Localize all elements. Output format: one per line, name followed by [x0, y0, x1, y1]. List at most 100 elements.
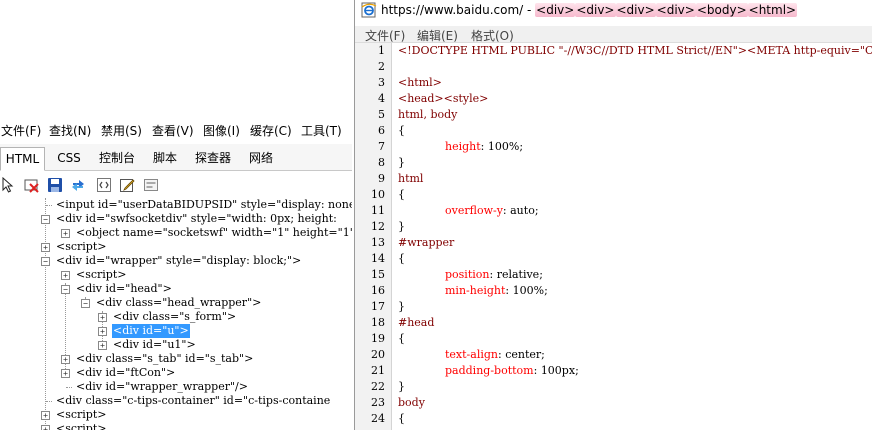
collapse-icon[interactable]: −	[41, 215, 50, 224]
line-number: 11	[371, 204, 385, 217]
code-line: #wrapper	[398, 236, 455, 249]
line-number: 18	[371, 316, 385, 329]
code-line: {	[398, 124, 405, 137]
menu-cache[interactable]: 缓存(C)	[250, 122, 292, 139]
view-source-window: https://www.baidu.com/ - <div> <div> <div>…	[354, 0, 872, 430]
tree-row[interactable]: <input id="userDataBIDUPSID" style="disp…	[0, 198, 352, 212]
title-tag: <div>	[655, 3, 696, 17]
line-number: 3	[378, 76, 385, 89]
code-line: #head	[398, 316, 435, 329]
tree-row[interactable]: + <div class="s_tab" id="s_tab">	[0, 352, 352, 366]
edit-icon[interactable]	[119, 177, 135, 193]
line-number: 17	[371, 300, 385, 313]
title-tag: <html>	[747, 3, 798, 17]
tree-row[interactable]: <div class="c-tips-container" id="c-tips…	[0, 394, 352, 408]
line-number: 1	[378, 44, 385, 57]
code-line: position: relative;	[445, 268, 543, 281]
title-separator: -	[523, 3, 536, 17]
developer-tools-panel: 文件(F) 查找(N) 禁用(S) 查看(V) 图像(I) 缓存(C) 工具(T…	[0, 0, 352, 430]
expand-icon[interactable]: +	[98, 341, 107, 350]
collapse-icon[interactable]: −	[81, 299, 90, 308]
menu-file[interactable]: 文件(F)	[365, 27, 405, 44]
title-tag: <div>	[575, 3, 616, 17]
menu-format[interactable]: 格式(O)	[471, 27, 514, 44]
tree-row[interactable]: − <div id="wrapper" style="display: bloc…	[0, 254, 352, 268]
menu-view[interactable]: 查看(V)	[152, 122, 194, 139]
dom-icon[interactable]	[143, 177, 159, 193]
code-line: {	[398, 188, 405, 201]
line-number-gutter: 1 2 3 4 5 6 7 8 9 10 11 12 13 14 15 16 17 18 19 20 21 22 23 24	[355, 43, 392, 430]
save-icon[interactable]	[47, 177, 63, 193]
tab-css[interactable]: CSS	[50, 147, 88, 171]
tree-row-selected[interactable]: + <div id="u">	[0, 324, 352, 338]
tab-network[interactable]: 网络	[243, 147, 279, 171]
code-line: }	[398, 156, 405, 169]
collapse-icon[interactable]: −	[41, 257, 50, 266]
line-number: 13	[371, 236, 385, 249]
line-number: 15	[371, 268, 385, 281]
code-line: }	[398, 380, 405, 393]
expand-icon[interactable]: +	[61, 271, 70, 280]
line-number: 14	[371, 252, 385, 265]
menu-disable[interactable]: 禁用(S)	[101, 122, 142, 139]
expand-icon[interactable]: +	[41, 243, 50, 252]
tab-script[interactable]: 脚本	[147, 147, 183, 171]
tree-row[interactable]: − <div id="head">	[0, 282, 352, 296]
expand-icon[interactable]: +	[41, 425, 50, 430]
tab-profiler[interactable]: 探查器	[190, 147, 236, 171]
tree-row[interactable]: + <div id="u1">	[0, 338, 352, 352]
devtools-tabbar: HTML CSS 控制台 脚本 探查器 网络	[0, 144, 352, 171]
refresh-icon[interactable]	[70, 177, 86, 193]
code-line: min-height: 100%;	[445, 284, 548, 297]
tree-row[interactable]: − <div class="head_wrapper">	[0, 296, 352, 310]
code-line: <!DOCTYPE HTML PUBLIC "-//W3C//DTD HTML …	[398, 44, 872, 57]
line-number: 16	[371, 284, 385, 297]
expand-icon[interactable]: +	[41, 411, 50, 420]
tab-html[interactable]: HTML	[0, 147, 45, 171]
expand-icon[interactable]: +	[61, 369, 70, 378]
title-url: https://www.baidu.com/	[381, 3, 524, 17]
title-tag: <body>	[695, 3, 748, 17]
code-line: {	[398, 412, 405, 425]
title-tag: <div>	[535, 3, 576, 17]
code-line: body	[398, 396, 425, 409]
line-number: 21	[371, 364, 385, 377]
line-number: 12	[371, 220, 385, 233]
source-code-area[interactable]: <!DOCTYPE HTML PUBLIC "-//W3C//DTD HTML …	[393, 43, 872, 430]
word-wrap-icon[interactable]	[96, 177, 112, 193]
tree-row[interactable]: + <object name="socketswf" width="1" hei…	[0, 226, 352, 240]
menu-file[interactable]: 文件(F)	[1, 122, 41, 139]
expand-icon[interactable]: +	[98, 313, 107, 322]
tree-row[interactable]: + <script>	[0, 240, 352, 254]
tree-row[interactable]: <div id="wrapper_wrapper"/>	[0, 380, 352, 394]
tree-row[interactable]: + <div id="ftCon">	[0, 366, 352, 380]
code-line: overflow-y: auto;	[445, 204, 539, 217]
devtools-toolbar	[0, 172, 352, 198]
menu-edit[interactable]: 编辑(E)	[417, 27, 458, 44]
menu-image[interactable]: 图像(I)	[203, 122, 240, 139]
tree-row[interactable]: + <div class="s_form">	[0, 310, 352, 324]
code-line: }	[398, 300, 405, 313]
code-line: html, body	[398, 108, 458, 121]
line-number: 7	[378, 140, 385, 153]
code-line: <html>	[398, 76, 442, 89]
code-line: height: 100%;	[445, 140, 524, 153]
tree-row[interactable]: + <script>	[0, 268, 352, 282]
line-number: 8	[378, 156, 385, 169]
code-line: html	[398, 172, 424, 185]
clear-icon[interactable]	[24, 177, 40, 193]
expand-icon[interactable]: +	[61, 229, 70, 238]
tree-row[interactable]: + <script>	[0, 408, 352, 422]
tree-row[interactable]: + <script>	[0, 422, 352, 430]
menu-find[interactable]: 查找(N)	[49, 122, 91, 139]
internet-explorer-icon	[361, 2, 377, 18]
expand-icon[interactable]: +	[61, 355, 70, 364]
tree-row[interactable]: − <div id="swfsocketdiv" style="width: 0…	[0, 212, 352, 226]
menu-tools[interactable]: 工具(T)	[301, 122, 342, 139]
collapse-icon[interactable]: −	[61, 285, 70, 294]
source-menubar: 文件(F) 编辑(E) 格式(O)	[355, 26, 872, 43]
tab-console[interactable]: 控制台	[94, 147, 140, 171]
expand-icon[interactable]: +	[98, 327, 107, 336]
select-element-icon[interactable]	[0, 176, 16, 193]
code-line: {	[398, 252, 405, 265]
